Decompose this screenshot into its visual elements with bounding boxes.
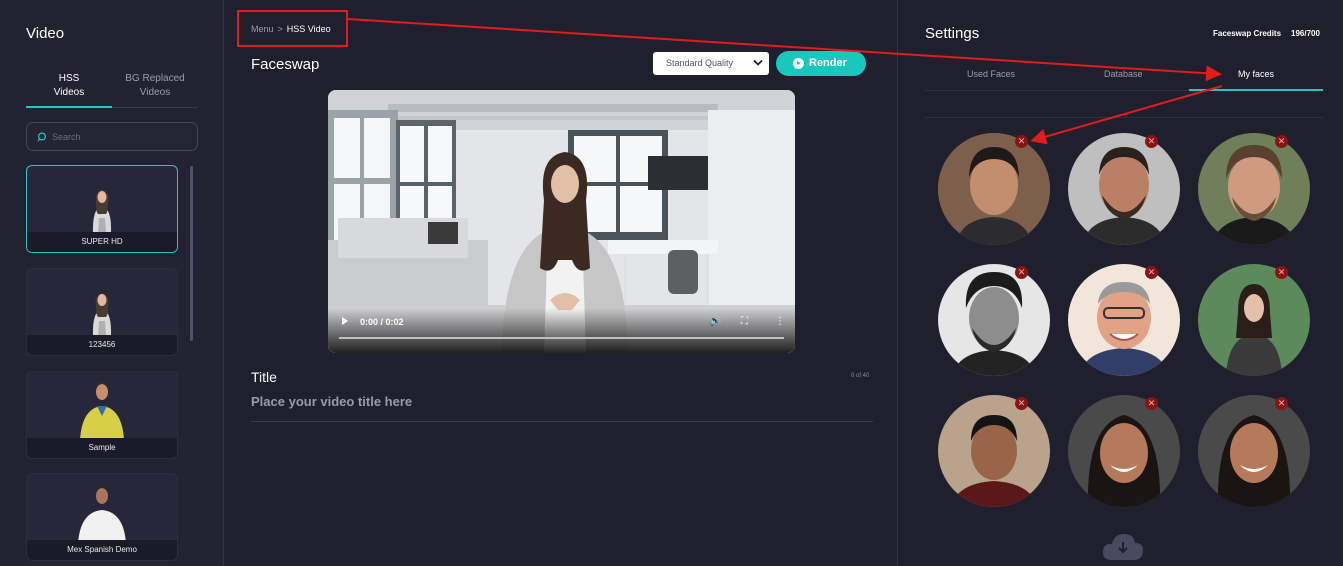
delete-face-button[interactable]: ✕: [1015, 397, 1028, 410]
video-title-input[interactable]: Place your video title here: [251, 394, 412, 409]
face-avatar[interactable]: [1198, 264, 1310, 376]
editor-panel: Menu > HSS Video Faceswap Standard Quality…: [225, 0, 898, 566]
video-card-label: 123456: [27, 335, 177, 355]
video-tabs: HSS Videos BG Replaced Videos: [26, 71, 198, 108]
face-avatar[interactable]: [1068, 264, 1180, 376]
video-sidebar: Video HSS Videos BG Replaced Videos Sear…: [0, 0, 224, 566]
more-options-icon[interactable]: ⋮: [775, 316, 785, 327]
title-label: Title: [251, 369, 277, 385]
fullscreen-icon[interactable]: ⛶: [741, 316, 748, 327]
search-icon: [37, 132, 47, 142]
face-portrait: [938, 133, 1050, 245]
video-card-label: Mex Spanish Demo: [27, 540, 177, 560]
tab-hss-videos[interactable]: HSS Videos: [26, 71, 112, 108]
tab-used-faces[interactable]: Used Faces: [967, 69, 1015, 79]
face-portrait: [938, 395, 1050, 507]
face-avatar[interactable]: [1068, 133, 1180, 245]
tab-hss-videos-line1: HSS: [58, 73, 80, 84]
video-progress-bar[interactable]: [339, 337, 784, 339]
tab-my-faces[interactable]: My faces: [1189, 67, 1323, 91]
delete-face-button[interactable]: ✕: [1145, 135, 1158, 148]
play-circle-icon: [793, 58, 804, 69]
tab-bg-replaced-line1: BG Replaced: [125, 73, 185, 84]
quality-select[interactable]: Standard Quality: [653, 52, 769, 75]
render-button-label: Render: [809, 57, 847, 69]
page-title: Faceswap: [251, 56, 320, 73]
face-avatar[interactable]: [1198, 395, 1310, 507]
annotation-highlight-box: [237, 10, 348, 47]
video-list-scrollbar[interactable]: [190, 166, 193, 341]
avatar-thumbnail: [92, 190, 112, 234]
video-player[interactable]: 0:00 / 0:02 🔊 ⛶ ⋮: [328, 90, 795, 353]
play-icon[interactable]: [342, 317, 348, 325]
cloud-upload-icon[interactable]: [1102, 530, 1144, 560]
title-underline: [251, 421, 873, 422]
delete-face-button[interactable]: ✕: [1015, 266, 1028, 279]
tab-database[interactable]: Database: [1104, 69, 1143, 79]
settings-title: Settings: [925, 25, 980, 42]
title-char-count: 0 of 40: [851, 373, 870, 379]
delete-face-button[interactable]: ✕: [1275, 266, 1288, 279]
avatar-thumbnail: [78, 486, 126, 544]
face-portrait: [1068, 133, 1180, 245]
delete-face-button[interactable]: ✕: [1145, 266, 1158, 279]
face-portrait: [1198, 264, 1310, 376]
face-portrait: [1198, 395, 1310, 507]
video-card-mex-spanish-demo[interactable]: Mex Spanish Demo: [26, 473, 178, 561]
chevron-down-icon: [753, 59, 763, 66]
credits-value: 196/700: [1291, 29, 1320, 38]
delete-face-button[interactable]: ✕: [1275, 397, 1288, 410]
settings-panel: Settings Faceswap Credits 196/700 Used Fa…: [899, 0, 1343, 566]
face-portrait: [938, 264, 1050, 376]
video-time: 0:00 / 0:02: [360, 317, 404, 327]
face-avatar[interactable]: [938, 133, 1050, 245]
divider: [925, 117, 1323, 118]
video-card-super-hd[interactable]: SUPER HD: [26, 165, 178, 253]
video-card-label: Sample: [27, 438, 177, 458]
video-card-sample[interactable]: Sample: [26, 371, 178, 459]
face-portrait: [1198, 133, 1310, 245]
delete-face-button[interactable]: ✕: [1275, 135, 1288, 148]
tab-bg-replaced-videos[interactable]: BG Replaced Videos: [112, 71, 198, 100]
face-avatar[interactable]: [1198, 133, 1310, 245]
search-placeholder: Search: [52, 132, 81, 142]
face-portrait: [1068, 395, 1180, 507]
volume-icon[interactable]: 🔊: [709, 316, 721, 327]
video-card-123456[interactable]: 123456: [26, 268, 178, 356]
credits-label: Faceswap Credits: [1213, 29, 1282, 38]
avatar-thumbnail: [92, 293, 112, 337]
face-portrait: [1068, 264, 1180, 376]
face-avatar[interactable]: [1068, 395, 1180, 507]
avatar-thumbnail: [80, 382, 124, 440]
tab-bg-replaced-line2: Videos: [139, 87, 171, 98]
render-button[interactable]: Render: [776, 51, 866, 76]
video-card-label: SUPER HD: [27, 232, 177, 252]
tab-hss-videos-line2: Videos: [53, 87, 85, 98]
delete-face-button[interactable]: ✕: [1015, 135, 1028, 148]
quality-select-value: Standard Quality: [666, 58, 734, 68]
face-avatar[interactable]: [938, 264, 1050, 376]
delete-face-button[interactable]: ✕: [1145, 397, 1158, 410]
video-controls: 0:00 / 0:02 🔊 ⛶ ⋮: [328, 308, 795, 353]
sidebar-title: Video: [26, 25, 65, 42]
face-avatar[interactable]: [938, 395, 1050, 507]
faceswap-credits: Faceswap Credits 196/700: [1213, 29, 1320, 38]
face-tabs: Used Faces Database My faces: [925, 67, 1323, 91]
search-input[interactable]: Search: [26, 122, 198, 151]
